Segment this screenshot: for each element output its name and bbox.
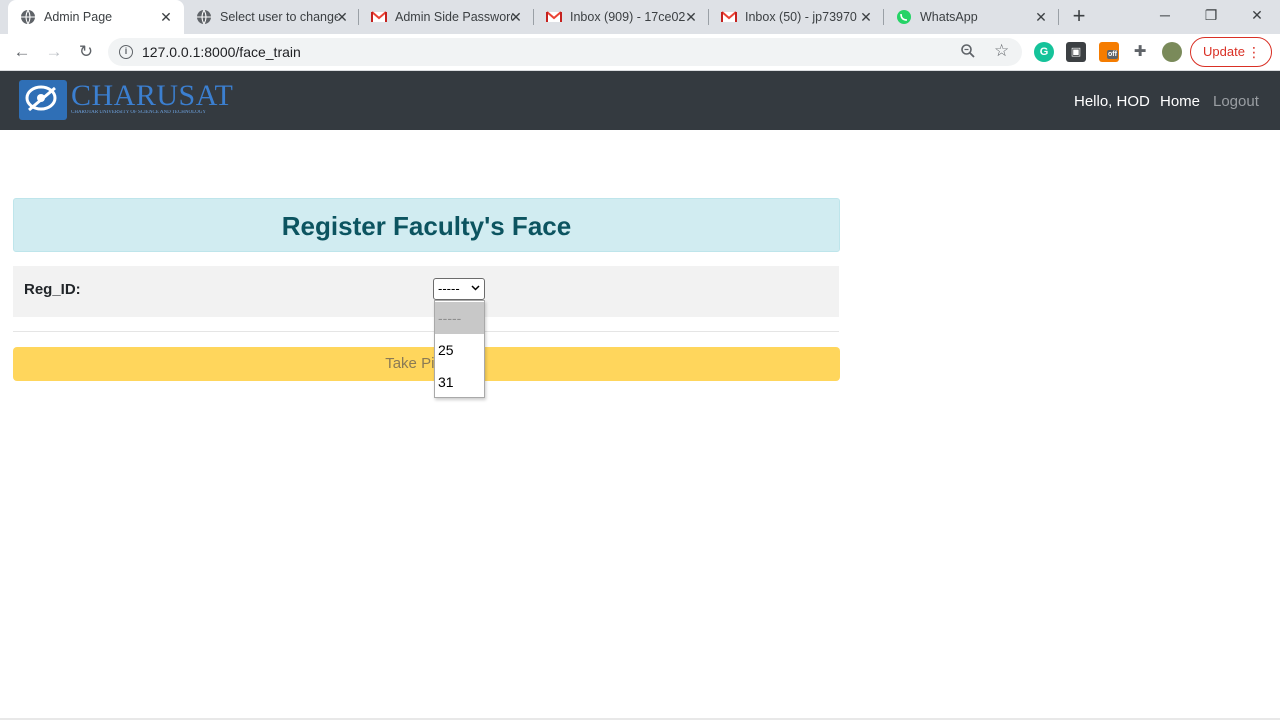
close-icon[interactable]: ✕	[683, 9, 699, 25]
gmail-icon	[546, 11, 562, 22]
extensions-puzzle-icon[interactable]: ✚	[1128, 40, 1152, 64]
take-picture-button[interactable]: Take Picture	[13, 347, 840, 381]
reg-id-form-row: Reg_ID: -----	[13, 266, 839, 317]
extension-off-icon[interactable]: off	[1099, 42, 1119, 62]
tab-title: Select user to change	[220, 10, 338, 24]
tab-admin-page[interactable]: Admin Page ✕	[8, 0, 184, 34]
close-icon[interactable]: ✕	[334, 9, 350, 25]
tab-title: Inbox (50) - jp73970	[745, 10, 857, 24]
minimize-icon[interactable]: ─	[1142, 0, 1188, 30]
dropdown-option[interactable]: 25	[435, 334, 484, 366]
grammarly-extension-icon[interactable]: G	[1034, 42, 1054, 62]
tab-admin-password[interactable]: Admin Side Password ✕	[359, 0, 534, 34]
gmail-icon	[721, 11, 737, 22]
tab-inbox-909[interactable]: Inbox (909) - 17ce02 ✕	[534, 0, 709, 34]
logo-subtitle: CHAROTAR UNIVERSITY OF SCIENCE AND TECHN…	[71, 110, 207, 115]
reload-icon[interactable]: ↻	[74, 40, 98, 64]
whatsapp-icon	[897, 10, 911, 24]
camera-extension-icon[interactable]: ▣	[1066, 42, 1086, 62]
close-icon[interactable]: ✕	[508, 9, 524, 25]
reg-id-select[interactable]: -----	[433, 278, 485, 300]
gmail-icon	[371, 11, 387, 22]
profile-avatar[interactable]	[1162, 42, 1182, 62]
address-bar[interactable]: i 127.0.0.1:8000/face_train ☆	[108, 38, 1022, 66]
url-text[interactable]: 127.0.0.1:8000/face_train	[142, 44, 301, 60]
forward-arrow-icon[interactable]: →	[42, 40, 66, 64]
site-info-icon[interactable]: i	[119, 45, 133, 59]
update-button[interactable]: Update ⋮	[1190, 37, 1272, 67]
update-label: Update	[1203, 44, 1245, 59]
reg-id-label: Reg_ID:	[24, 281, 81, 298]
page-title: Register Faculty's Face	[281, 211, 572, 241]
page-heading-box: Register Faculty's Face	[13, 198, 840, 252]
tab-divider	[1058, 9, 1059, 25]
more-vert-icon: ⋮	[1247, 44, 1261, 60]
site-navbar: CHARUSAT CHAROTAR UNIVERSITY OF SCIENCE …	[0, 71, 1280, 130]
restore-icon[interactable]: ❐	[1188, 0, 1234, 30]
logo-emblem-icon	[19, 80, 67, 120]
divider	[13, 331, 839, 332]
new-tab-plus-icon[interactable]: +	[1068, 5, 1090, 28]
chevron-down-icon	[471, 279, 480, 299]
zoom-icon[interactable]	[960, 43, 978, 61]
dropdown-option[interactable]: -----	[435, 302, 484, 334]
select-value: -----	[438, 281, 460, 296]
nav-greeting: Hello, HOD	[1074, 93, 1150, 110]
tab-title: Admin Page	[44, 10, 113, 24]
logo-text: CHARUSAT	[71, 79, 234, 112]
globe-icon	[21, 9, 35, 25]
tab-title: Admin Side Password	[395, 10, 513, 24]
browser-toolbar: ← → ↻ i 127.0.0.1:8000/face_train ☆ G ▣ …	[0, 34, 1280, 71]
close-icon[interactable]: ✕	[158, 9, 174, 25]
nav-home-link[interactable]: Home	[1160, 93, 1200, 111]
tab-whatsapp[interactable]: WhatsApp ✕	[884, 0, 1059, 34]
tab-select-user[interactable]: Select user to change ✕	[184, 0, 360, 34]
dropdown-option[interactable]: 31	[435, 366, 484, 398]
browser-tab-strip: Admin Page ✕ Select user to change ✕ Adm…	[0, 0, 1280, 34]
tab-inbox-50[interactable]: Inbox (50) - jp73970 ✕	[709, 0, 884, 34]
tab-title: Inbox (909) - 17ce02	[570, 10, 686, 24]
extension-badge: off	[1107, 50, 1118, 59]
globe-icon	[197, 9, 211, 25]
bookmark-star-icon[interactable]: ☆	[994, 41, 1012, 60]
window-close-icon[interactable]: ✕	[1234, 0, 1280, 30]
nav-logout-link[interactable]: Logout	[1213, 93, 1259, 111]
charusat-logo[interactable]: CHARUSAT CHAROTAR UNIVERSITY OF SCIENCE …	[19, 80, 235, 120]
tab-title: WhatsApp	[920, 10, 978, 24]
close-icon[interactable]: ✕	[858, 9, 874, 25]
close-icon[interactable]: ✕	[1033, 9, 1049, 25]
reg-id-dropdown-list: ----- 25 31	[434, 300, 485, 398]
back-arrow-icon[interactable]: ←	[10, 40, 34, 64]
